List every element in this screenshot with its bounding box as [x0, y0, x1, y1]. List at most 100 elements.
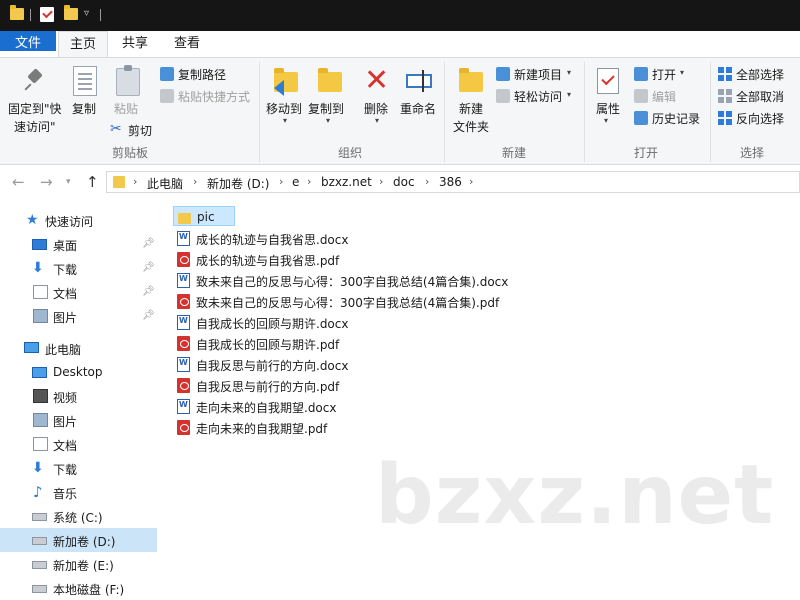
easy-access-dropdown-icon[interactable]: ▾ [567, 90, 571, 99]
chevron-right-icon[interactable]: › [307, 175, 311, 188]
properties-button[interactable]: 属性 [596, 100, 620, 117]
invert-selection-button[interactable]: 反向选择 [736, 110, 784, 127]
chevron-right-icon[interactable]: › [133, 175, 137, 188]
list-item[interactable]: 成长的轨迹与自我省思.docx [173, 228, 513, 248]
properties-icon[interactable] [597, 68, 619, 94]
sidebar-item-pictures-pc[interactable]: 图片 [0, 408, 157, 432]
new-item-dropdown-icon[interactable]: ▾ [567, 68, 571, 77]
pin-icon[interactable] [24, 68, 46, 90]
sidebar-item-quick-access[interactable]: ★ 快速访问 [0, 208, 157, 232]
list-item[interactable]: pic [173, 206, 235, 226]
tab-home[interactable]: 主页 [58, 31, 108, 58]
recent-locations-icon[interactable]: ▾ [66, 177, 71, 187]
properties-dropdown-icon[interactable]: ▾ [604, 116, 608, 125]
pin-icon[interactable]: 📌︎ [142, 238, 155, 249]
chevron-right-icon[interactable]: › [193, 175, 197, 188]
sidebar-item-desktop[interactable]: 桌面 📌︎ [0, 232, 157, 256]
new-item-button[interactable]: 新建项目 [514, 66, 562, 83]
easy-access-icon [496, 89, 510, 103]
breadcrumb-doc[interactable]: doc [393, 175, 415, 189]
list-item[interactable]: 走向未来的自我期望.docx [173, 396, 513, 416]
back-arrow-icon[interactable]: ← [12, 173, 25, 191]
group-separator [584, 62, 585, 162]
forward-arrow-icon[interactable]: → [40, 173, 53, 191]
paste-shortcut-button[interactable]: 粘贴快捷方式 [178, 88, 250, 105]
sidebar-item-documents-pc[interactable]: 文档 [0, 432, 157, 456]
navigation-bar: ← → ▾ ↑ › 此电脑 › 新加卷 (D:) › e › bzxz.net … [0, 166, 800, 198]
delete-dropdown-icon[interactable]: ▾ [375, 116, 379, 125]
sidebar-item-drive-e[interactable]: 新加卷 (E:) [0, 552, 157, 576]
new-folder-icon[interactable] [459, 68, 483, 92]
pin-icon[interactable]: 📌︎ [142, 286, 155, 297]
delete-icon[interactable]: ✕ [364, 66, 389, 96]
tab-share[interactable]: 共享 [110, 31, 160, 58]
list-item[interactable]: 自我反思与前行的方向.docx [173, 354, 513, 374]
select-none-button[interactable]: 全部取消 [736, 88, 784, 105]
sidebar-item-drive-c[interactable]: 系统 (C:) [0, 504, 157, 528]
sidebar-item-downloads-pc[interactable]: ⬇ 下载 [0, 456, 157, 480]
list-item[interactable]: 自我成长的回顾与期许.docx [173, 312, 513, 332]
sidebar-item-label: 视频 [53, 391, 78, 405]
breadcrumb-e[interactable]: e [292, 175, 299, 189]
sidebar-item-this-pc[interactable]: 此电脑 [0, 336, 157, 360]
open-dropdown-icon[interactable]: ▾ [680, 68, 684, 77]
copy-to-dropdown-icon[interactable]: ▾ [326, 116, 330, 125]
pin-icon[interactable]: 📌︎ [142, 262, 155, 273]
copy-path-button[interactable]: 复制路径 [178, 66, 226, 83]
list-item[interactable]: 自我反思与前行的方向.pdf [173, 375, 513, 395]
sidebar-item-pictures[interactable]: 图片 📌︎ [0, 304, 157, 328]
chevron-right-icon[interactable]: › [425, 175, 429, 188]
open-button[interactable]: 打开 [652, 66, 676, 83]
history-button[interactable]: 历史记录 [652, 110, 700, 127]
list-item[interactable]: 走向未来的自我期望.pdf [173, 417, 513, 437]
new-folder-button[interactable]: 新建 [459, 100, 483, 117]
rename-icon[interactable] [406, 70, 432, 92]
pin-quick-access-label-2[interactable]: 速访问" [14, 118, 56, 135]
customize-toolbar-icon[interactable]: ▿ [84, 8, 89, 19]
chevron-right-icon[interactable]: › [469, 175, 473, 188]
select-all-button[interactable]: 全部选择 [736, 66, 784, 83]
tab-view[interactable]: 查看 [162, 31, 212, 58]
chevron-right-icon[interactable]: › [279, 175, 283, 188]
properties-quick-icon[interactable] [40, 7, 54, 22]
rename-button[interactable]: 重命名 [400, 100, 436, 117]
sidebar-item-documents[interactable]: 文档 📌︎ [0, 280, 157, 304]
list-item[interactable]: 成长的轨迹与自我省思.pdf [173, 249, 513, 269]
sidebar-item-drive-d[interactable]: 新加卷 (D:) [0, 528, 157, 552]
up-arrow-icon[interactable]: ↑ [86, 173, 99, 191]
folder-icon [178, 213, 191, 224]
new-folder-quick-icon[interactable] [64, 5, 78, 20]
sidebar-item-desktop-pc[interactable]: Desktop [0, 360, 157, 384]
breadcrumb-bzxz[interactable]: bzxz.net [321, 175, 372, 189]
easy-access-button[interactable]: 轻松访问 [514, 88, 562, 105]
cut-button[interactable]: 剪切 [128, 122, 152, 139]
sidebar-item-downloads[interactable]: ⬇ 下载 📌︎ [0, 256, 157, 280]
paste-button[interactable]: 粘贴 [114, 100, 138, 117]
move-to-dropdown-icon[interactable]: ▾ [283, 116, 287, 125]
copy-to-button[interactable]: 复制到 [308, 100, 344, 117]
edit-button[interactable]: 编辑 [652, 88, 676, 105]
breadcrumb-386[interactable]: 386 [439, 175, 462, 189]
ribbon: 固定到"快 速访问" 复制 粘贴 复制路径 粘贴快捷方式 ✂ 剪切 剪贴板 移动… [0, 57, 800, 165]
list-item[interactable]: 致未来自己的反思与心得：300字自我总结(4篇合集).pdf [173, 291, 513, 311]
sidebar-item-videos[interactable]: 视频 [0, 384, 157, 408]
address-bar[interactable]: › 此电脑 › 新加卷 (D:) › e › bzxz.net › doc › … [106, 171, 800, 193]
list-item[interactable]: 自我成长的回顾与期许.pdf [173, 333, 513, 353]
breadcrumb-this-pc[interactable]: 此电脑 [147, 175, 183, 192]
word-document-icon [177, 273, 190, 288]
copy-to-folder-icon[interactable] [318, 68, 342, 92]
desktop-icon [32, 367, 47, 378]
copy-icon[interactable] [73, 66, 97, 96]
sidebar-item-drive-f[interactable]: 本地磁盘 (F:) [0, 576, 157, 600]
tab-file[interactable]: 文件 [0, 31, 56, 51]
breadcrumb-drive-d[interactable]: 新加卷 (D:) [207, 175, 269, 192]
move-to-button[interactable]: 移动到 [266, 100, 302, 117]
new-folder-button-2[interactable]: 文件夹 [453, 118, 489, 135]
pin-icon[interactable]: 📌︎ [142, 310, 155, 321]
pin-quick-access-label[interactable]: 固定到"快 [8, 100, 62, 117]
delete-button[interactable]: 删除 [364, 100, 388, 117]
list-item[interactable]: 致未来自己的反思与心得：300字自我总结(4篇合集).docx [173, 270, 513, 290]
chevron-right-icon[interactable]: › [379, 175, 383, 188]
copy-button[interactable]: 复制 [72, 100, 96, 117]
sidebar-item-music[interactable]: ♪ 音乐 [0, 480, 157, 504]
